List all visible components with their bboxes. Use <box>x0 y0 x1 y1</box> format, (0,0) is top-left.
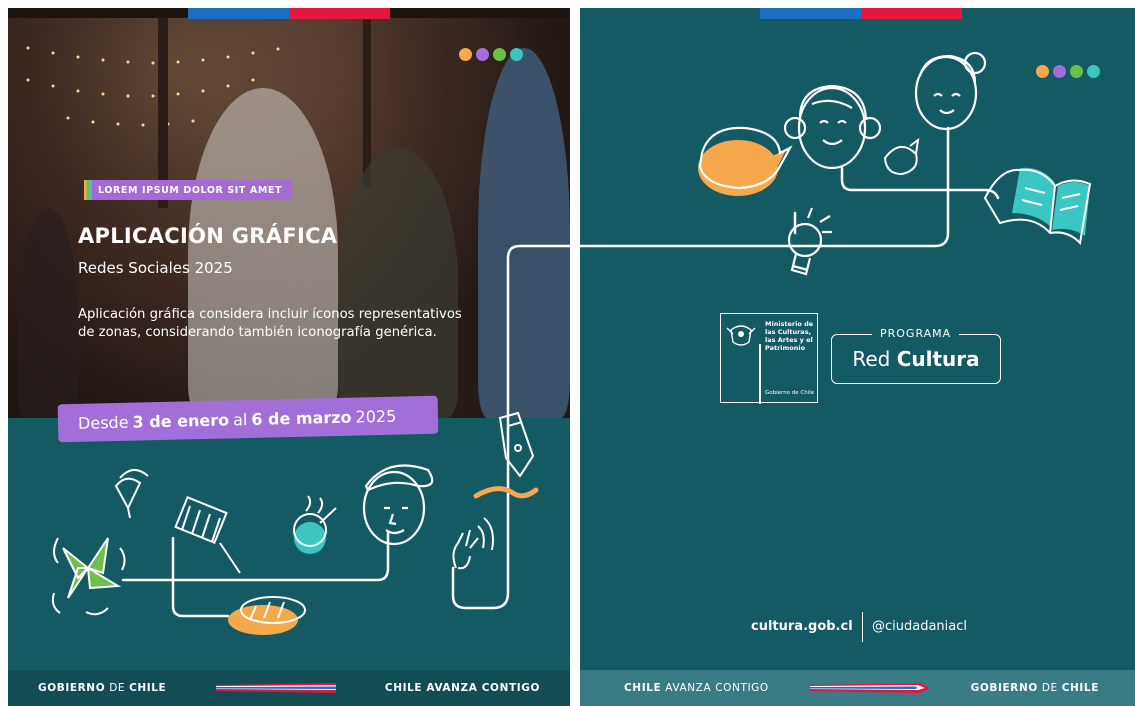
ministry-line: las Culturas, <box>765 328 812 336</box>
gov-signature: GOBIERNO DE CHILE <box>971 682 1099 694</box>
ministry-line: Patrimonio <box>765 344 806 352</box>
ministry-logo: Ministerio de las Culturas, las Artes y … <box>720 313 818 404</box>
face-with-beret-icon <box>362 464 434 546</box>
face-icon <box>783 84 882 170</box>
gov-bold: GOBIERNO <box>38 682 106 694</box>
spinning-top-icon <box>114 469 149 519</box>
gov-bold2: CHILE <box>1061 682 1099 694</box>
right-footer: CHILE AVANZA CONTIGO GOBIERNO DE CHILE <box>580 670 1135 706</box>
line-illustration <box>580 51 1092 276</box>
open-book-icon <box>983 167 1092 246</box>
gov-rest: DE <box>1041 682 1058 694</box>
ministry-gov: Gobierno de Chile <box>765 390 815 396</box>
ministry-line: las Artes y el <box>765 336 813 344</box>
grill-icon <box>174 495 241 574</box>
pinwheel-icon <box>51 537 126 616</box>
flag-swoosh <box>215 683 336 693</box>
soup-pot-icon <box>293 495 337 554</box>
gov-bold: GOBIERNO <box>970 682 1038 694</box>
gov-bold2: CHILE <box>129 682 167 694</box>
quill-pen-icon <box>473 411 539 499</box>
program-label: PROGRAMA <box>872 327 960 340</box>
coat-of-arms-icon <box>726 325 756 346</box>
hand-icon <box>452 517 494 570</box>
slogan-rest: AVANZA CONTIGO <box>665 682 769 694</box>
left-footer: GOBIERNO DE CHILE CHILE AVANZA CONTIGO <box>8 670 570 706</box>
slogan: CHILE AVANZA CONTIGO <box>384 682 540 694</box>
small-bubble-icon <box>883 137 920 176</box>
ministry-line: Ministerio de <box>765 320 814 328</box>
right-poster-panel: Ministerio de las Culturas, las Artes y … <box>580 8 1135 706</box>
gov-rest: DE <box>109 682 126 694</box>
contact-divider <box>862 612 863 642</box>
social-handle[interactable]: @ciudadaniacl <box>872 619 967 634</box>
gov-signature: GOBIERNO DE CHILE <box>38 682 166 694</box>
left-poster-panel: LOREM IPSUM DOLOR SIT AMET APLICACIÓN GR… <box>8 8 570 706</box>
logo-divider <box>759 344 761 404</box>
website-link[interactable]: cultura.gob.cl <box>751 619 853 634</box>
slogan: CHILE AVANZA CONTIGO <box>624 682 769 694</box>
slogan-bold: CHILE <box>624 682 662 694</box>
flag-swoosh <box>809 683 930 693</box>
program-name-light: Red <box>852 347 891 371</box>
woman-face-icon <box>914 51 987 131</box>
line-illustration <box>51 244 570 635</box>
bread-icon <box>228 596 306 635</box>
speech-bubble-icon <box>698 126 793 196</box>
program-name: Red Cultura <box>832 347 1000 371</box>
ministry-name: Ministerio de las Culturas, las Artes y … <box>765 320 813 352</box>
program-name-bold: Cultura <box>896 347 980 371</box>
program-badge: PROGRAMA Red Cultura <box>831 327 1001 384</box>
